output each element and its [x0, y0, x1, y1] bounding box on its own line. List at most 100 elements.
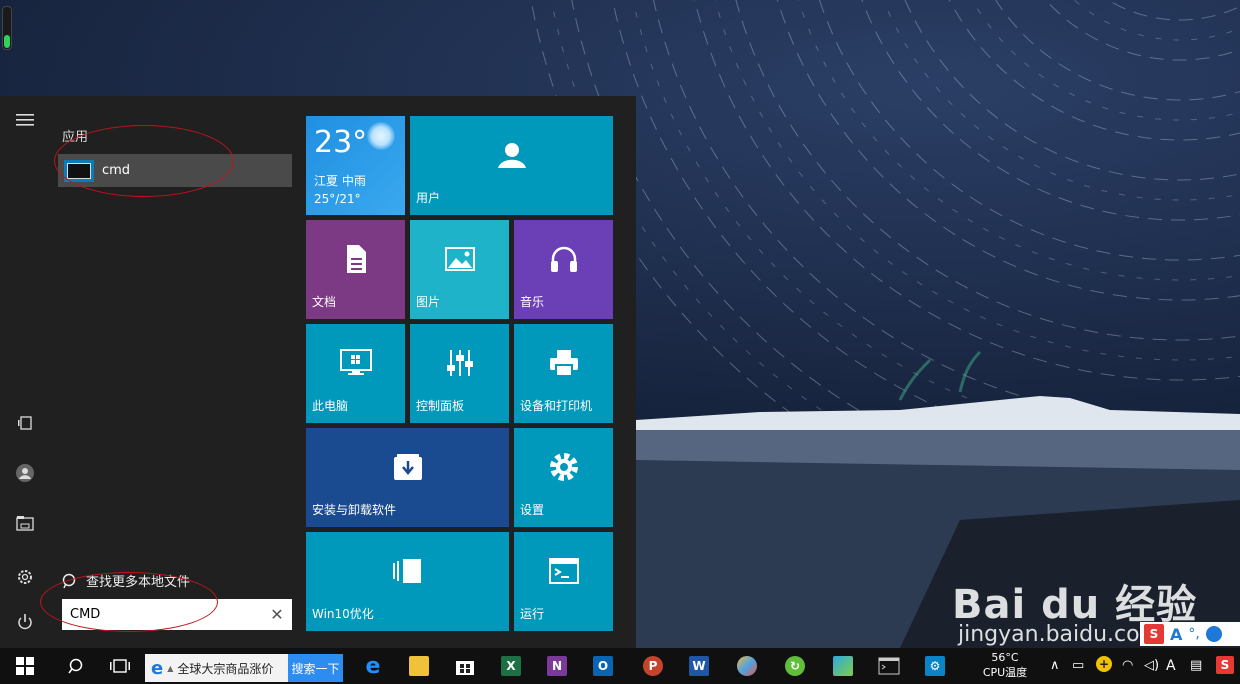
install-box-icon — [306, 428, 509, 505]
apps-section-header: 应用 — [62, 130, 89, 145]
watermark-url: jingyan.baidu.com — [958, 622, 1162, 647]
tray-sogou-icon[interactable]: S — [1216, 656, 1234, 674]
start-search-input[interactable] — [68, 600, 262, 629]
taskbar-file-explorer[interactable] — [406, 652, 432, 680]
store-icon — [456, 661, 474, 675]
tray-green-plus-icon[interactable]: + — [1096, 656, 1112, 672]
install-uninstall-tile[interactable]: 安装与卸载软件 — [306, 428, 509, 527]
app-results-pane: 应用 cmd 查找更多本地文件 ✕ — [50, 96, 300, 648]
pictures-tile[interactable]: 图片 — [410, 220, 509, 319]
task-view-button[interactable] — [105, 652, 135, 680]
tray-chevron-up-icon[interactable]: ∧ — [1050, 658, 1060, 673]
cpu-temp-label: CPU温度 — [982, 666, 1028, 679]
windows-logo-icon — [16, 657, 34, 675]
sogou-logo-icon: S — [1144, 624, 1164, 644]
command-prompt-icon — [64, 159, 94, 182]
install-uninstall-tile-label: 安装与卸载软件 — [312, 503, 397, 517]
headphones-icon — [514, 220, 613, 297]
file-explorer-icon[interactable] — [13, 511, 37, 535]
start-button[interactable] — [10, 652, 40, 680]
printer-icon — [514, 324, 613, 401]
power-icon[interactable] — [13, 610, 37, 634]
search-icon — [68, 658, 83, 674]
search-more-local-files[interactable]: 查找更多本地文件 — [62, 571, 190, 590]
tray-action-center-icon[interactable]: ▤ — [1190, 658, 1202, 673]
taskbar-photo-app[interactable] — [830, 652, 856, 680]
user-tile-label: 用户 — [416, 191, 441, 205]
task-view-icon — [110, 659, 130, 673]
taskbar-settings[interactable]: ⚙ — [922, 652, 948, 680]
sliders-icon — [410, 324, 509, 401]
documents-tile[interactable]: 文档 — [306, 220, 405, 319]
devices-printers-tile[interactable]: 设备和打印机 — [514, 324, 613, 423]
ie-search-text: 全球大宗商品涨价 — [177, 661, 274, 676]
taskbar-store[interactable] — [452, 652, 478, 680]
system-gauge — [2, 6, 12, 50]
weather-sun-icon — [367, 122, 395, 150]
taskbar-outlook[interactable]: O — [590, 652, 616, 680]
powerpoint-icon: P — [643, 656, 663, 676]
weather-range: 25°/21° — [314, 192, 361, 206]
green-refresh-icon: ↻ — [785, 656, 805, 676]
weather-temperature: 23° — [314, 125, 368, 160]
weather-location: 江夏 中雨 — [314, 174, 366, 188]
tray-volume-icon[interactable]: ◁) — [1144, 658, 1159, 673]
taskbar-cmd[interactable] — [876, 652, 902, 680]
taskbar-search-button[interactable] — [60, 652, 90, 680]
taskbar-word[interactable]: W — [686, 652, 712, 680]
edge-icon: e — [365, 653, 381, 679]
taskbar-excel[interactable]: X — [498, 652, 524, 680]
win10-optimize-tile[interactable]: Win10优化 — [306, 532, 509, 631]
settings-tile[interactable]: 设置 — [514, 428, 613, 527]
ie-search-button[interactable]: 搜索一下 — [288, 654, 343, 682]
user-tile[interactable]: 用户 — [410, 116, 613, 215]
run-tile[interactable]: 运行 — [514, 532, 613, 631]
onenote-icon: N — [547, 656, 567, 676]
taskbar-powerpoint[interactable]: P — [640, 652, 666, 680]
search-icon — [62, 573, 76, 588]
document-icon — [306, 220, 405, 297]
word-icon: W — [689, 656, 709, 676]
start-search-box[interactable]: ✕ — [62, 599, 292, 630]
search-more-label: 查找更多本地文件 — [86, 575, 191, 590]
settings-tile-label: 设置 — [520, 503, 545, 517]
tray-ime-indicator[interactable]: A — [1166, 658, 1176, 674]
tray-battery-icon[interactable]: ▭ — [1072, 658, 1084, 673]
clear-search-icon[interactable]: ✕ — [262, 605, 292, 624]
this-pc-tile[interactable]: 此电脑 — [306, 324, 405, 423]
ie-search-widget[interactable]: e ▲ 全球大宗商品涨价 — [145, 654, 288, 682]
tablet-mode-icon[interactable] — [13, 411, 37, 435]
outlook-icon: O — [593, 656, 613, 676]
gear-icon — [514, 428, 613, 505]
win10-optimize-tile-label: Win10优化 — [312, 607, 374, 621]
this-pc-tile-label: 此电脑 — [312, 399, 349, 413]
settings-gear-icon[interactable] — [13, 565, 37, 589]
music-tile-label: 音乐 — [520, 295, 545, 309]
hamburger-menu-icon[interactable] — [13, 108, 37, 132]
ime-punctuation-icon: °, — [1188, 626, 1200, 642]
user-account-icon[interactable] — [13, 461, 37, 485]
run-prompt-icon — [514, 532, 613, 609]
taskbar-edge[interactable]: e — [360, 652, 386, 680]
taskbar-paint[interactable] — [734, 652, 760, 680]
pictures-tile-label: 图片 — [416, 295, 441, 309]
sogou-ime-toolbar[interactable]: S A °, — [1140, 622, 1240, 646]
weather-tile[interactable]: 23° 江夏 中雨 25°/21° — [306, 116, 405, 215]
tray-wifi-icon[interactable]: ◠ — [1122, 658, 1133, 673]
music-tile[interactable]: 音乐 — [514, 220, 613, 319]
cmd-app-result[interactable]: cmd — [58, 154, 292, 187]
cmd-app-label: cmd — [102, 163, 131, 178]
cpu-temperature-widget[interactable]: 56°C CPU温度 — [975, 650, 1035, 680]
gear-icon: ⚙ — [925, 656, 945, 676]
ie-icon: e — [151, 657, 164, 679]
monitor-icon — [306, 324, 405, 401]
run-tile-label: 运行 — [520, 607, 545, 621]
cpu-temp-value: 56°C — [991, 651, 1019, 664]
excel-icon: X — [501, 656, 521, 676]
control-panel-tile[interactable]: 控制面板 — [410, 324, 509, 423]
ime-mode-label: A — [1170, 624, 1183, 644]
taskbar-onenote[interactable]: N — [544, 652, 570, 680]
taskbar-green-app[interactable]: ↻ — [782, 652, 808, 680]
user-icon — [410, 116, 613, 193]
documents-tile-label: 文档 — [312, 295, 337, 309]
